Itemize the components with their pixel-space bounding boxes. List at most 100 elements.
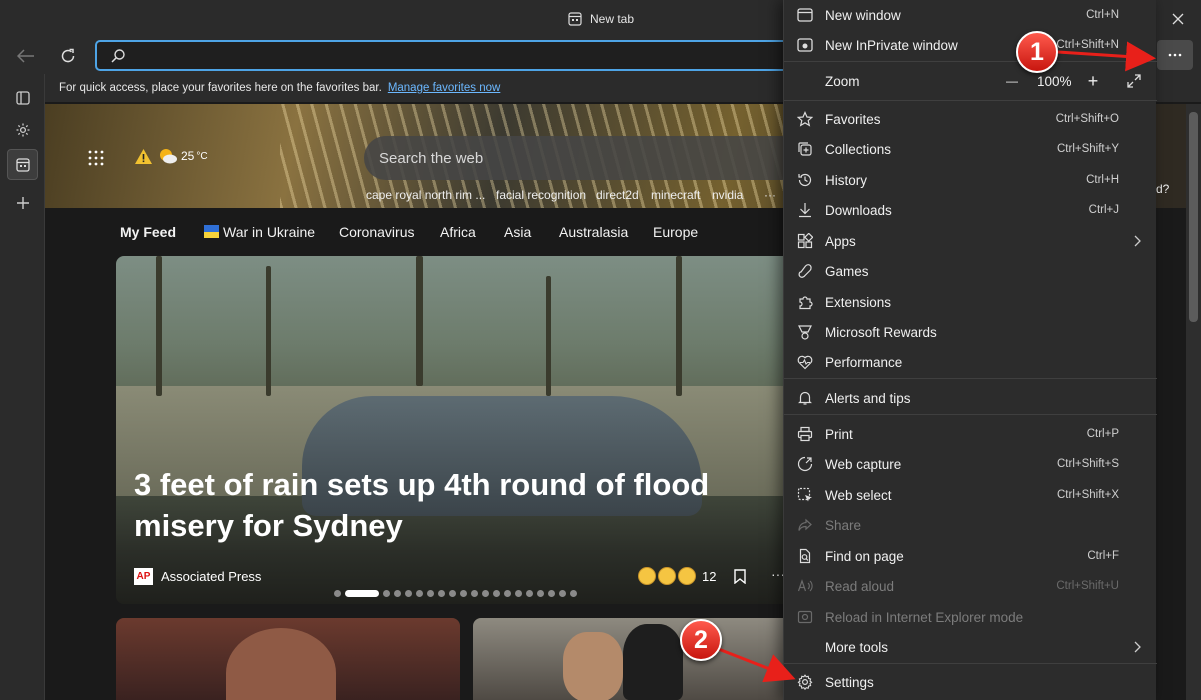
- top-story-headline[interactable]: 3 feet of rain sets up 4th round of floo…: [134, 464, 754, 546]
- menu-item-shortcut: Ctrl+Shift+N: [1056, 39, 1119, 51]
- web-capture-icon: [796, 455, 814, 473]
- feed-tab-europe[interactable]: Europe: [653, 224, 698, 240]
- menu-item-label: Extensions: [825, 294, 892, 310]
- story-card-creature[interactable]: [116, 618, 460, 700]
- carousel-dot[interactable]: [405, 590, 412, 597]
- web-search-box[interactable]: Search the web: [364, 136, 804, 180]
- trending-item[interactable]: direct2d: [596, 188, 639, 202]
- weather-widget[interactable]: 25 °C: [157, 146, 208, 166]
- menu-item-favorites[interactable]: Favorites Ctrl+Shift+O: [784, 104, 1157, 134]
- menu-item-label: New window: [825, 7, 901, 23]
- menu-item-web-select[interactable]: Web select Ctrl+Shift+X: [784, 480, 1157, 510]
- sidebar-new-tab-button[interactable]: [7, 149, 38, 180]
- close-window-button[interactable]: [1160, 4, 1196, 34]
- step-2-badge: 2: [680, 619, 722, 661]
- carousel-dot[interactable]: [416, 590, 423, 597]
- tree-image: [156, 256, 162, 396]
- carousel-dot[interactable]: [493, 590, 500, 597]
- zoom-in-button[interactable]: +: [1079, 67, 1107, 95]
- menu-item-history[interactable]: History Ctrl+H: [784, 165, 1157, 195]
- weather-alert-icon[interactable]: [134, 148, 153, 165]
- feed-tab-asia[interactable]: Asia: [504, 224, 531, 240]
- trending-more-button[interactable]: ···: [764, 188, 776, 202]
- menu-item-shortcut: Ctrl+F: [1087, 550, 1119, 562]
- feed-tab-my-feed[interactable]: My Feed: [120, 224, 176, 240]
- feed-tab-coronavirus[interactable]: Coronavirus: [339, 224, 414, 240]
- carousel-dot[interactable]: [460, 590, 467, 597]
- carousel-dot[interactable]: [438, 590, 445, 597]
- menu-item-new-inprivate-window[interactable]: New InPrivate window Ctrl+Shift+N: [784, 30, 1157, 60]
- menu-item-more-tools[interactable]: More tools: [784, 632, 1157, 662]
- zoom-out-button[interactable]: —: [998, 67, 1026, 95]
- tree-image: [266, 266, 271, 396]
- carousel-dot[interactable]: [526, 590, 533, 597]
- back-button[interactable]: [10, 40, 42, 72]
- feed-tab-war-in-ukraine[interactable]: War in Ukraine: [223, 224, 315, 240]
- share-icon: [796, 516, 814, 534]
- menu-item-apps[interactable]: Apps: [784, 226, 1157, 256]
- carousel-dot[interactable]: [471, 590, 478, 597]
- menu-item-alerts-and-tips[interactable]: Alerts and tips: [784, 383, 1157, 413]
- menu-divider: [784, 378, 1157, 379]
- menu-item-new-window[interactable]: New window Ctrl+N: [784, 0, 1157, 30]
- chevron-right-icon: [1133, 641, 1141, 653]
- manage-favorites-link[interactable]: Manage favorites now: [388, 82, 501, 94]
- emoji-sad-icon: [638, 567, 656, 585]
- menu-item-label: Share: [825, 517, 862, 533]
- menu-item-shortcut: Ctrl+H: [1086, 174, 1119, 186]
- carousel-dot[interactable]: [570, 590, 577, 597]
- menu-item-web-capture[interactable]: Web capture Ctrl+Shift+S: [784, 449, 1157, 479]
- carousel-dot[interactable]: [383, 590, 390, 597]
- partly-cloudy-icon: [157, 146, 179, 166]
- tab-new-tab[interactable]: New tab: [540, 0, 680, 38]
- menu-item-collections[interactable]: Collections Ctrl+Shift+Y: [784, 134, 1157, 164]
- refresh-button[interactable]: [52, 40, 84, 72]
- sidebar-settings-button[interactable]: [7, 114, 38, 145]
- menu-item-microsoft-rewards[interactable]: Microsoft Rewards: [784, 317, 1157, 347]
- feed-tab-australasia[interactable]: Australasia: [559, 224, 628, 240]
- tab-actions-button[interactable]: [7, 82, 38, 113]
- carousel-dot[interactable]: [427, 590, 434, 597]
- bookmark-button[interactable]: [734, 569, 746, 584]
- trending-item[interactable]: minecraft: [651, 188, 700, 202]
- carousel-dot[interactable]: [548, 590, 555, 597]
- carousel-dot[interactable]: [559, 590, 566, 597]
- carousel-dot[interactable]: [334, 590, 341, 597]
- carousel-dot[interactable]: [394, 590, 401, 597]
- carousel-dot[interactable]: [537, 590, 544, 597]
- menu-item-find-on-page[interactable]: Find on page Ctrl+F: [784, 541, 1157, 571]
- reactions[interactable]: 12: [638, 567, 716, 585]
- carousel-dot[interactable]: [482, 590, 489, 597]
- trending-item[interactable]: facial recognition: [496, 188, 586, 202]
- menu-item-read-aloud[interactable]: Read aloud Ctrl+Shift+U: [784, 571, 1157, 601]
- top-story-card[interactable]: 3 feet of rain sets up 4th round of floo…: [116, 256, 796, 604]
- menu-item-label: Microsoft Rewards: [825, 324, 937, 340]
- scrollbar-thumb[interactable]: [1189, 112, 1198, 322]
- menu-item-label: Find on page: [825, 548, 904, 564]
- carousel-dot[interactable]: [449, 590, 456, 597]
- menu-item-performance[interactable]: Performance: [784, 347, 1157, 377]
- carousel-dot[interactable]: [345, 590, 379, 597]
- menu-item-games[interactable]: Games: [784, 256, 1157, 286]
- menu-item-settings[interactable]: Settings: [784, 667, 1157, 697]
- trending-item[interactable]: cape royal north rim ...: [366, 188, 485, 202]
- feed-tab-africa[interactable]: Africa: [440, 224, 476, 240]
- carousel-dot[interactable]: [515, 590, 522, 597]
- menu-item-share[interactable]: Share: [784, 510, 1157, 540]
- story-card-people[interactable]: [473, 618, 793, 700]
- carousel-dot[interactable]: [504, 590, 511, 597]
- address-bar[interactable]: [95, 40, 795, 71]
- settings-and-more-button[interactable]: [1157, 40, 1193, 70]
- menu-item-extensions[interactable]: Extensions: [784, 287, 1157, 317]
- add-tab-button[interactable]: [7, 187, 38, 218]
- app-launcher-button[interactable]: [88, 150, 104, 166]
- fullscreen-button[interactable]: [1120, 67, 1148, 95]
- menu-item-shortcut: Ctrl+J: [1088, 204, 1119, 216]
- menu-item-label: Performance: [825, 354, 903, 370]
- menu-item-downloads[interactable]: Downloads Ctrl+J: [784, 195, 1157, 225]
- menu-item-shortcut: Ctrl+N: [1086, 9, 1119, 21]
- menu-item-print[interactable]: Print Ctrl+P: [784, 419, 1157, 449]
- menu-item-reload-ie-mode[interactable]: Reload in Internet Explorer mode: [784, 602, 1157, 632]
- menu-item-label: Settings: [825, 674, 874, 690]
- trending-item[interactable]: nvidia: [712, 188, 743, 202]
